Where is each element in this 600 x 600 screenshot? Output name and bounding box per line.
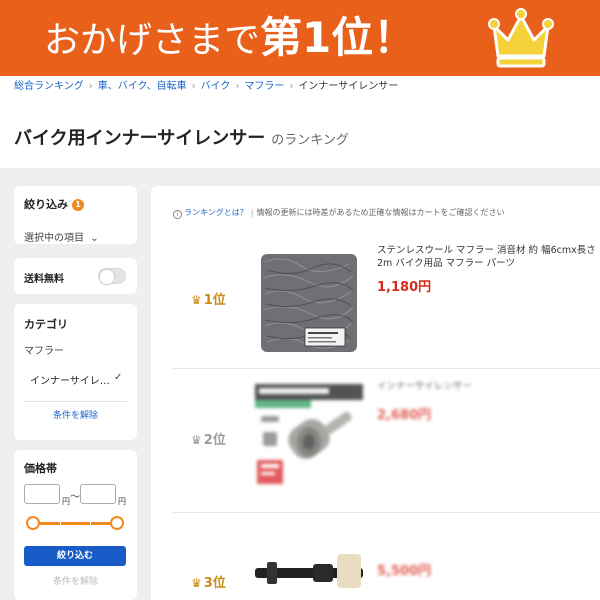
breadcrumb: 総合ランキング › 車、バイク、自転車 › バイク › マフラー › インナーサイレンサー: [14, 80, 398, 94]
breadcrumb-item[interactable]: マフラー: [244, 81, 284, 92]
price-min-input[interactable]: [24, 484, 60, 504]
promo-banner: おかげさまで第1位！: [0, 0, 600, 76]
category-clear-link[interactable]: 条件を解除: [14, 408, 137, 421]
check-icon: ✓: [114, 372, 123, 383]
ranking-info: i ランキングとは？ | 情報の更新には時差があるため正確な情報はカートをご確認くださ…: [173, 207, 504, 219]
product-image[interactable]: [253, 248, 365, 360]
chevron-down-icon: ⌄: [90, 233, 99, 244]
product-price: 1,180円: [377, 280, 432, 295]
price-clear-link[interactable]: 条件を解除: [14, 574, 137, 587]
currency-label: 円: [118, 497, 126, 506]
divider: [173, 512, 600, 513]
price-card: 価格帯 円 〜 円 絞り込む 条件を解除: [14, 450, 137, 600]
banner-text: おかげさまで第1位！: [44, 16, 415, 63]
category-current[interactable]: インナーサイレ…: [30, 372, 110, 387]
page-title: バイク用インナーサイレンサー のランキング: [14, 124, 349, 150]
slider-tick: [60, 520, 61, 527]
ranking-item[interactable]: ♛ 2位 インナーサイレンサー 2,680円: [151, 374, 600, 504]
breadcrumb-separator-icon: ›: [289, 81, 294, 92]
free-shipping-card: 送料無料: [14, 258, 137, 294]
price-slider-track[interactable]: [32, 522, 118, 525]
breadcrumb-item[interactable]: バイク: [201, 81, 231, 92]
divider: [173, 368, 600, 369]
info-icon: i: [173, 210, 182, 219]
category-card: カテゴリ マフラー インナーサイレ… ✓ 条件を解除: [14, 304, 137, 440]
page-title-main: バイク用インナーサイレンサー: [14, 128, 266, 149]
slider-tick: [90, 520, 91, 527]
crown-icon: [488, 8, 554, 68]
breadcrumb-separator-icon: ›: [191, 81, 196, 92]
filter-count-badge: 1: [72, 199, 84, 211]
rank-number: 2位: [203, 433, 226, 448]
rank-number: 3位: [203, 576, 226, 591]
selected-items-label: 選択中の項目: [24, 233, 84, 244]
rank-label: ♛ 1位: [191, 289, 226, 308]
product-image[interactable]: [253, 540, 365, 600]
free-shipping-label: 送料無料: [24, 274, 64, 285]
separator: |: [250, 208, 254, 217]
banner-lead: おかげさまで: [44, 20, 261, 61]
filter-heading: 絞り込み 1: [24, 196, 84, 212]
category-parent-link[interactable]: マフラー: [24, 342, 64, 357]
price-slider-min-handle[interactable]: [26, 516, 40, 530]
apply-filter-button[interactable]: 絞り込む: [24, 546, 126, 566]
category-heading: カテゴリ: [24, 318, 68, 331]
ranking-item[interactable]: ♛ 1位 ステンレスウール マフラー 消音材 約 幅6cmx長さ2m バイク用品 …: [151, 238, 600, 368]
breadcrumb-current: インナーサイレンサー: [298, 81, 399, 92]
selected-items-dropdown[interactable]: 選択中の項目 ⌄: [24, 229, 99, 244]
rank-number: 1位: [203, 293, 226, 308]
free-shipping-toggle[interactable]: [98, 268, 126, 285]
crown-icon: ♛: [191, 293, 202, 307]
product-title[interactable]: [377, 528, 600, 554]
crown-icon: ♛: [191, 576, 202, 590]
range-separator: 〜: [70, 492, 80, 503]
product-price: 2,680円: [377, 408, 432, 423]
product-image[interactable]: [253, 382, 365, 494]
divider: [24, 401, 127, 402]
product-title[interactable]: ステンレスウール マフラー 消音材 約 幅6cmx長さ2m バイク用品 マフラー…: [377, 244, 600, 270]
price-max-input[interactable]: [80, 484, 116, 504]
product-price: 5,500円: [377, 564, 432, 579]
ranking-about-link[interactable]: ランキングとは？: [184, 208, 248, 217]
banner-highlight: 第1位！: [260, 13, 416, 62]
page-title-suffix: のランキング: [271, 133, 349, 148]
ranking-panel: i ランキングとは？ | 情報の更新には時差があるため正確な情報はカートをご確認くださ…: [151, 186, 600, 600]
breadcrumb-separator-icon: ›: [88, 81, 93, 92]
price-slider-max-handle[interactable]: [110, 516, 124, 530]
breadcrumb-item[interactable]: 車、バイク、自転車: [98, 81, 187, 92]
rank-label: ♛ 2位: [191, 429, 226, 448]
ranking-info-text: 情報の更新には時差があるため正確な情報はカートをご確認ください: [256, 208, 505, 217]
rank-label: ♛ 3位: [191, 572, 226, 591]
crown-icon: ♛: [191, 433, 202, 447]
breadcrumb-separator-icon: ›: [235, 81, 240, 92]
product-title[interactable]: インナーサイレンサー: [377, 380, 600, 394]
currency-label: 円: [62, 497, 70, 506]
breadcrumb-item[interactable]: 総合ランキング: [14, 81, 84, 92]
price-heading: 価格帯: [24, 462, 57, 475]
ranking-item[interactable]: ♛ 3位 5,500円: [151, 518, 600, 600]
filter-label: 絞り込み: [24, 198, 68, 211]
